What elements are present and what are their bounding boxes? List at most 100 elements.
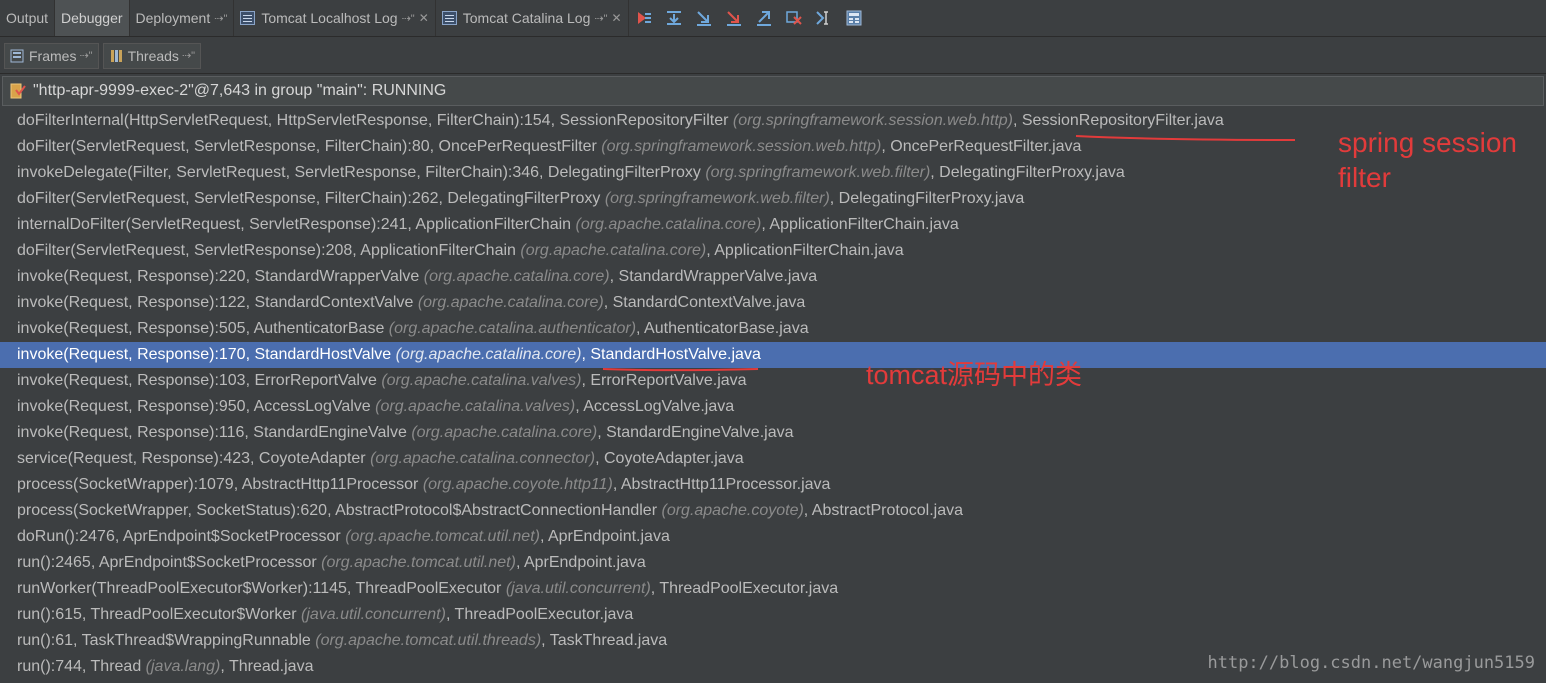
stack-frame-row[interactable]: process(SocketWrapper):1079, AbstractHtt… <box>0 472 1546 498</box>
tab-output-label: Output <box>6 10 49 26</box>
tab-tomcat-localhost-log[interactable]: Tomcat Localhost Log ⇢" ✕ <box>234 0 436 36</box>
evaluate-expression-button[interactable] <box>843 7 865 29</box>
stack-frame-row[interactable]: invoke(Request, Response):103, ErrorRepo… <box>0 368 1546 394</box>
frame-file: , StandardContextValve.java <box>603 294 806 311</box>
step-into-icon <box>696 11 711 26</box>
stack-frame-row[interactable]: doFilterInternal(HttpServletRequest, Htt… <box>0 108 1546 134</box>
frame-package: (org.apache.catalina.valves) <box>375 398 576 415</box>
run-to-cursor-button[interactable] <box>813 7 835 29</box>
stack-frame-row[interactable]: invoke(Request, Response):220, StandardW… <box>0 264 1546 290</box>
tab-debugger[interactable]: Debugger <box>55 0 130 36</box>
debugger-toolbar <box>629 0 865 36</box>
tab-threads[interactable]: Threads ⇢" <box>102 42 202 69</box>
thread-selector-label: "http-apr-9999-exec-2"@7,643 in group "m… <box>33 82 447 99</box>
show-execution-point-button[interactable] <box>633 7 655 29</box>
tab-tomcat-catalina-log[interactable]: Tomcat Catalina Log ⇢" ✕ <box>436 0 629 36</box>
annotation-spring-session-filter: spring session filter <box>1338 125 1517 195</box>
tab-frames[interactable]: Frames ⇢" <box>4 42 99 69</box>
step-over-icon <box>666 11 681 25</box>
frame-file: , ApplicationFilterChain.java <box>706 242 904 259</box>
frame-file: , StandardWrapperValve.java <box>609 268 818 285</box>
frames-threads-tabbar: Frames ⇢" Threads ⇢" <box>0 38 1546 74</box>
pin-icon[interactable]: ⇢" <box>402 12 415 25</box>
frame-package: (org.springframework.web.filter) <box>705 164 931 181</box>
pin-icon[interactable]: ⇢" <box>182 49 195 62</box>
stack-frame-row[interactable]: runWorker(ThreadPoolExecutor$Worker):114… <box>0 576 1546 602</box>
tool-window-tabbar: Output Debugger Deployment ⇢" Tomcat Loc… <box>0 0 1546 37</box>
frames-icon <box>10 49 24 62</box>
tab-output[interactable]: Output <box>0 0 56 36</box>
frame-package: (org.springframework.session.web.http) <box>601 138 882 155</box>
stack-frame-row[interactable]: doFilter(ServletRequest, ServletResponse… <box>0 186 1546 212</box>
frame-method: invoke(Request, Response):170, StandardH… <box>17 346 396 363</box>
frame-method: process(SocketWrapper, SocketStatus):620… <box>17 502 662 519</box>
threads-icon <box>110 49 122 62</box>
stack-frame-row[interactable]: invokeDelegate(Filter, ServletRequest, S… <box>0 160 1546 186</box>
tab-frames-label: Frames <box>29 47 77 64</box>
stack-frame-row[interactable]: internalDoFilter(ServletRequest, Servlet… <box>0 212 1546 238</box>
frame-method: doRun():2476, AprEndpoint$SocketProcesso… <box>17 528 346 545</box>
frame-file: , CoyoteAdapter.java <box>595 450 744 467</box>
pin-icon[interactable]: ⇢" <box>214 12 227 25</box>
frame-package: (org.apache.catalina.core) <box>520 242 707 259</box>
frame-file: , ApplicationFilterChain.java <box>761 216 959 233</box>
frame-file: , DelegatingFilterProxy.java <box>930 164 1125 181</box>
stack-frame-row[interactable]: service(Request, Response):423, CoyoteAd… <box>0 446 1546 472</box>
frame-package: (org.springframework.session.web.http) <box>732 112 1013 129</box>
frame-package: (org.apache.tomcat.util.threads) <box>315 632 542 649</box>
annotation-tomcat: tomcat源码中的类 <box>866 360 1083 390</box>
stack-frame-row[interactable]: run():61, TaskThread$WrappingRunnable (o… <box>0 628 1546 654</box>
frame-file: , TaskThread.java <box>541 632 668 649</box>
thread-selector[interactable]: "http-apr-9999-exec-2"@7,643 in group "m… <box>2 76 1544 106</box>
frame-method: invokeDelegate(Filter, ServletRequest, S… <box>17 164 706 181</box>
frame-package: (org.apache.coyote.http11) <box>422 476 613 493</box>
frame-method: invoke(Request, Response):103, ErrorRepo… <box>17 372 382 389</box>
frame-method: runWorker(ThreadPoolExecutor$Worker):114… <box>17 580 506 597</box>
stack-frame-row[interactable]: invoke(Request, Response):170, StandardH… <box>0 342 1546 368</box>
frame-file: , AprEndpoint.java <box>515 554 646 571</box>
frame-package: (java.util.concurrent) <box>301 606 446 623</box>
frame-package: (org.apache.catalina.core) <box>395 346 582 363</box>
stack-frame-row[interactable]: doRun():2476, AprEndpoint$SocketProcesso… <box>0 524 1546 550</box>
stack-frame-row[interactable]: run():2465, AprEndpoint$SocketProcessor … <box>0 550 1546 576</box>
frame-file: , ThreadPoolExecutor.java <box>445 606 634 623</box>
frame-package: (org.apache.coyote) <box>661 502 804 519</box>
frame-method: doFilterInternal(HttpServletRequest, Htt… <box>17 112 733 129</box>
stack-frame-row[interactable]: process(SocketWrapper, SocketStatus):620… <box>0 498 1546 524</box>
frame-method: run():2465, AprEndpoint$SocketProcessor <box>17 554 322 571</box>
show-execution-point-icon <box>637 12 651 24</box>
stack-frame-row[interactable]: invoke(Request, Response):950, AccessLog… <box>0 394 1546 420</box>
frame-file: , AccessLogValve.java <box>575 398 735 415</box>
frame-method: internalDoFilter(ServletRequest, Servlet… <box>17 216 576 233</box>
stack-frame-row[interactable]: invoke(Request, Response):116, StandardE… <box>0 420 1546 446</box>
stack-frame-row[interactable]: invoke(Request, Response):505, Authentic… <box>0 316 1546 342</box>
evaluate-expression-icon <box>846 10 862 26</box>
frame-list: doFilterInternal(HttpServletRequest, Htt… <box>0 108 1546 680</box>
step-over-button[interactable] <box>663 7 685 29</box>
tab-threads-label: Threads <box>127 47 179 64</box>
run-to-cursor-icon <box>815 11 828 25</box>
pin-icon[interactable]: ⇢" <box>594 12 607 25</box>
thread-running-icon <box>10 83 26 99</box>
force-step-into-icon <box>726 11 741 26</box>
tab-deployment[interactable]: Deployment ⇢" <box>130 0 235 36</box>
frame-file: , Thread.java <box>220 658 314 675</box>
tab-tomcat-localhost-log-label: Tomcat Localhost Log <box>261 10 398 26</box>
drop-frame-button[interactable] <box>783 7 805 29</box>
frame-file: , AuthenticatorBase.java <box>636 320 809 337</box>
tab-debugger-label: Debugger <box>61 10 123 26</box>
close-icon[interactable]: ✕ <box>419 11 429 25</box>
stack-frame-row[interactable]: invoke(Request, Response):122, StandardC… <box>0 290 1546 316</box>
stack-frame-row[interactable]: doFilter(ServletRequest, ServletResponse… <box>0 134 1546 160</box>
stack-frame-row[interactable]: run():615, ThreadPoolExecutor$Worker (ja… <box>0 602 1546 628</box>
stack-frame-row[interactable]: doFilter(ServletRequest, ServletResponse… <box>0 238 1546 264</box>
frame-package: (org.apache.tomcat.util.net) <box>345 528 540 545</box>
pin-icon[interactable]: ⇢" <box>79 49 92 62</box>
step-out-button[interactable] <box>753 7 775 29</box>
close-icon[interactable]: ✕ <box>612 11 622 25</box>
frame-method: run():615, ThreadPoolExecutor$Worker <box>17 606 301 623</box>
frame-package: (org.apache.catalina.core) <box>417 294 604 311</box>
frame-method: invoke(Request, Response):950, AccessLog… <box>17 398 376 415</box>
force-step-into-button[interactable] <box>723 7 745 29</box>
step-into-button[interactable] <box>693 7 715 29</box>
